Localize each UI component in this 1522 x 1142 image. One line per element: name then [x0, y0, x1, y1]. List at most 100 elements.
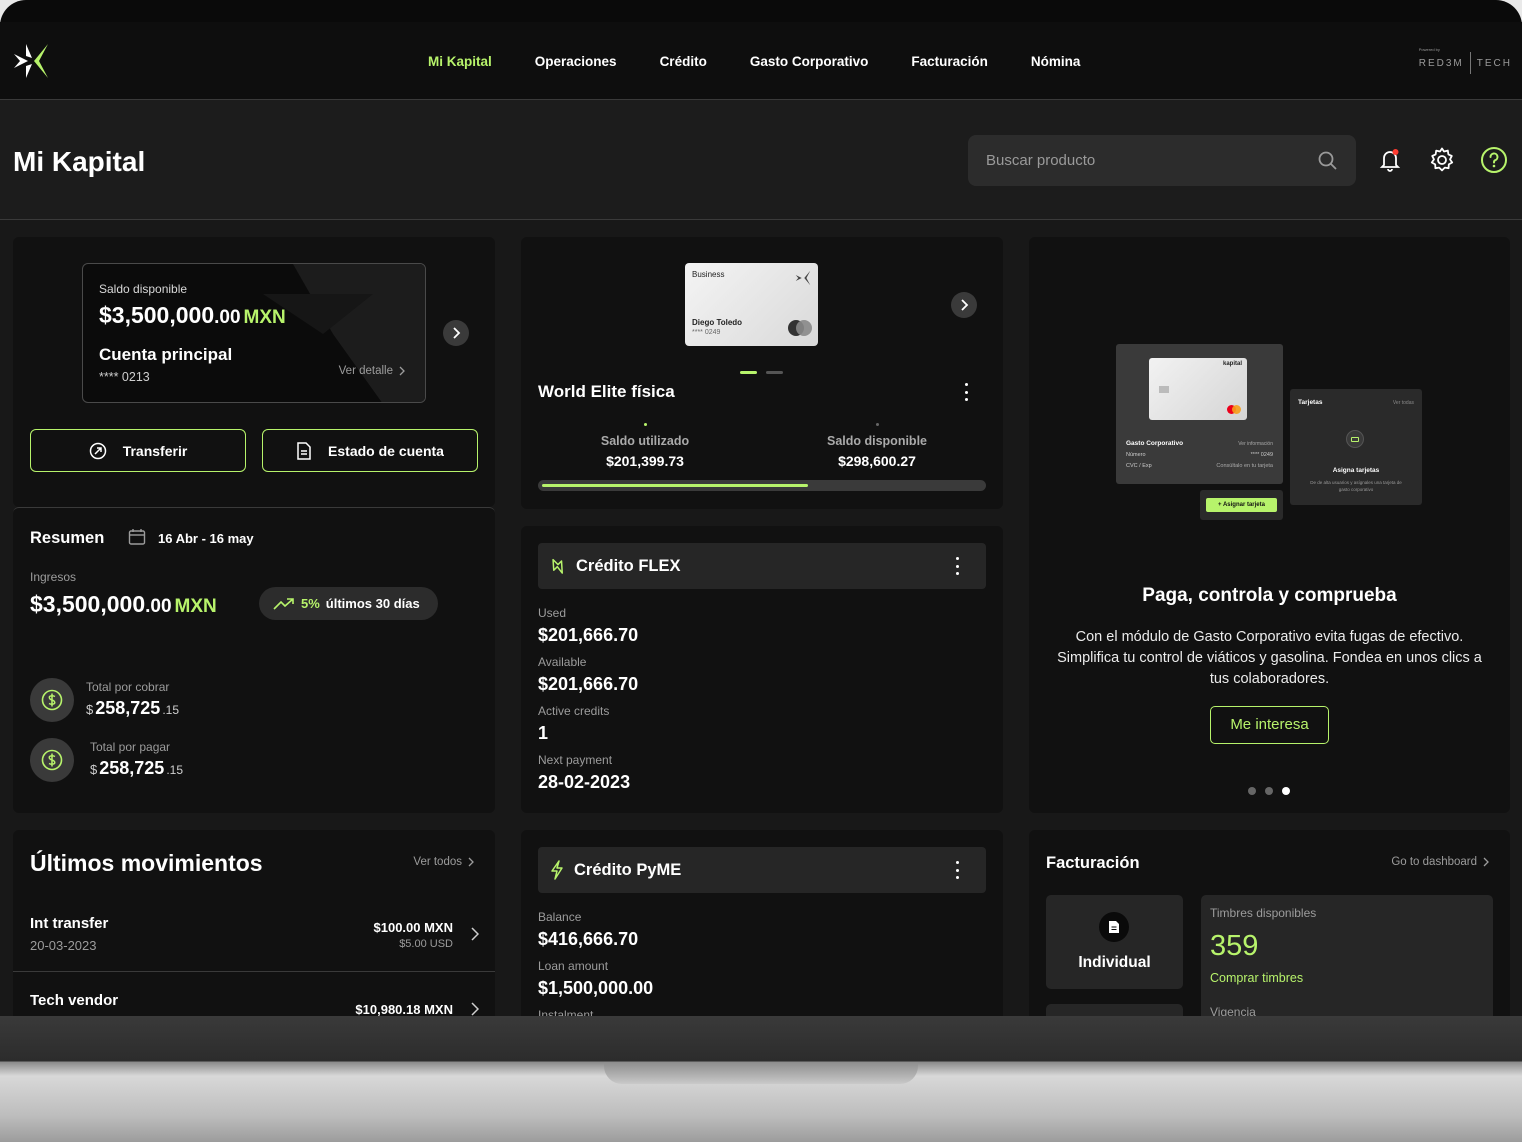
pyme-balance-value: $416,666.70 [538, 929, 639, 949]
carousel-dot-active[interactable] [740, 371, 757, 374]
flex-active-label: Active credits [538, 704, 610, 718]
detail-link-label: Ver detalle [338, 365, 393, 377]
search-icon[interactable] [1318, 151, 1338, 171]
gear-icon[interactable] [1428, 146, 1456, 174]
flex-card: Crédito FLEX Used $201,666.70 Available … [521, 526, 1003, 813]
carousel-dot[interactable] [1248, 787, 1256, 795]
mock-cvc-value: Consúltalo en tu tarjeta [1216, 463, 1273, 469]
account-next-button[interactable] [443, 320, 469, 346]
elite-menu-icon[interactable] [963, 383, 969, 401]
chevron-right-icon [399, 366, 405, 376]
payable-main: 258,725 [99, 758, 165, 778]
detail-link[interactable]: Ver detalle [339, 365, 405, 377]
account-box[interactable]: Saldo disponible $3,500,000 .00 MXN Cuen… [82, 263, 426, 403]
available-value: $298,600.27 [838, 453, 916, 469]
search-input[interactable] [986, 152, 1286, 169]
individual-tile[interactable]: Individual [1046, 895, 1183, 989]
available-label: Saldo disponible [826, 434, 927, 448]
payable-cents: .15 [166, 763, 183, 777]
movement-name: Tech vendor [30, 992, 119, 1009]
trend-badge: 5% últimos 30 días [259, 587, 438, 620]
pyme-loan-label: Loan amount [538, 959, 609, 973]
income-cents: .00 [145, 596, 172, 617]
powered-by-text: Powered by [1418, 47, 1440, 52]
stamps-tile: Timbres disponibles 359 Comprar timbres … [1201, 895, 1493, 1016]
carousel-dot-active[interactable] [1282, 787, 1290, 795]
promo-title: Paga, controla y comprueba [1142, 585, 1397, 606]
search-bar[interactable] [968, 135, 1356, 186]
billing-dashboard-link[interactable]: Go to dashboard [1391, 856, 1489, 868]
billing-link-label: Go to dashboard [1391, 856, 1477, 868]
elite-card: Business Diego Toledo **** 0249 World El… [521, 237, 1003, 509]
mastercard-icon [788, 320, 812, 336]
saldo-main: $3,500,000 [99, 302, 215, 328]
pyme-instalment-label: Instalment [538, 1008, 594, 1016]
mock-card-icon [1346, 430, 1364, 448]
mock-assign-wrap: + Asignar tarjeta [1200, 490, 1283, 520]
bell-icon[interactable] [1377, 146, 1405, 174]
receivable-main: 258,725 [95, 698, 161, 718]
nav-nomina[interactable]: Nómina [1031, 54, 1081, 69]
nav-facturacion[interactable]: Facturación [911, 54, 988, 69]
promo-cta-button[interactable]: Me interesa [1210, 706, 1329, 744]
nav-mi-kapital[interactable]: Mi Kapital [428, 54, 492, 69]
movement-amount: $100.00 MXN [373, 920, 454, 935]
flex-menu-icon[interactable] [954, 557, 960, 575]
card-type: Business [692, 270, 725, 279]
mock-section: Gasto Corporativo [1126, 440, 1184, 447]
saldo-label: Saldo disponible [99, 282, 188, 296]
kapital-logo-icon[interactable] [12, 40, 50, 82]
carousel-dot[interactable] [766, 371, 783, 374]
mock-number: **** 0249 [1250, 452, 1273, 458]
nav-operaciones[interactable]: Operaciones [535, 54, 617, 69]
carousel-dot[interactable] [1265, 787, 1273, 795]
powered-brand-left: RED3M [1418, 57, 1464, 69]
secondary-tile[interactable] [1046, 1004, 1183, 1016]
chip-icon [1159, 386, 1169, 393]
invoice-icon-wrap [1099, 912, 1129, 942]
mock-number-label: Número [1126, 452, 1146, 458]
nav-gasto-corporativo[interactable]: Gasto Corporativo [750, 54, 869, 69]
credit-card-image[interactable]: Business Diego Toledo **** 0249 [685, 263, 818, 346]
usage-progress-fill [542, 484, 808, 487]
statement-button[interactable]: Estado de cuenta [262, 429, 478, 472]
help-icon[interactable] [1480, 146, 1508, 174]
used-dot [644, 423, 647, 426]
promo-body: Con el módulo de Gasto Corporativo evita… [1057, 629, 1482, 687]
page-header: Mi Kapital [0, 100, 1522, 220]
income-main: $3,500,000 [30, 591, 146, 617]
nav-credito[interactable]: Crédito [660, 54, 707, 69]
saldo-currency: MXN [243, 307, 286, 328]
movement-row[interactable]: Int transfer 20-03-2023 $100.00 MXN $5.0… [13, 902, 495, 972]
statement-label: Estado de cuenta [328, 442, 444, 459]
view-all-link[interactable]: Ver todos [413, 856, 474, 868]
income-currency: MXN [174, 596, 217, 617]
trend-up-icon [273, 597, 294, 610]
flex-next-label: Next payment [538, 753, 613, 767]
mock-cards-title: Tarjetas [1298, 399, 1323, 406]
trend-percent: 5% [301, 596, 320, 611]
receivable-dollar: $ [86, 702, 94, 717]
movement-row[interactable]: Tech vendor $10,980.18 MXN [13, 972, 495, 1016]
chevron-right-icon [471, 927, 479, 941]
laptop-notch [604, 1062, 918, 1084]
used-label: Saldo utilizado [600, 434, 690, 448]
pyme-balance-label: Balance [538, 910, 582, 924]
pyme-menu-icon[interactable] [954, 861, 960, 879]
movements-title: Últimos movimientos [30, 850, 263, 876]
flex-title: Crédito FLEX [576, 556, 681, 575]
date-range[interactable]: 16 Abr - 16 may [158, 531, 254, 546]
top-navbar: Mi Kapital Operaciones Crédito Gasto Cor… [0, 22, 1522, 100]
transfer-button[interactable]: Transferir [30, 429, 246, 472]
flex-available-label: Available [538, 655, 587, 669]
buy-stamps-link[interactable]: Comprar timbres [1210, 971, 1303, 985]
mock-assign-title: Asigna tarjetas [1332, 467, 1380, 474]
mock-assign-text: De de alta usuarios y asígnales una tarj… [1310, 480, 1402, 492]
card-next-button[interactable] [951, 292, 977, 318]
pyme-title: Crédito PyME [574, 860, 682, 879]
screen: Mi Kapital Operaciones Crédito Gasto Cor… [0, 22, 1522, 1016]
mastercard-icon [1227, 405, 1241, 414]
calendar-icon[interactable] [128, 528, 146, 546]
movement-amount: $10,980.18 MXN [355, 1002, 453, 1016]
receivable-icon-wrap [30, 678, 74, 722]
